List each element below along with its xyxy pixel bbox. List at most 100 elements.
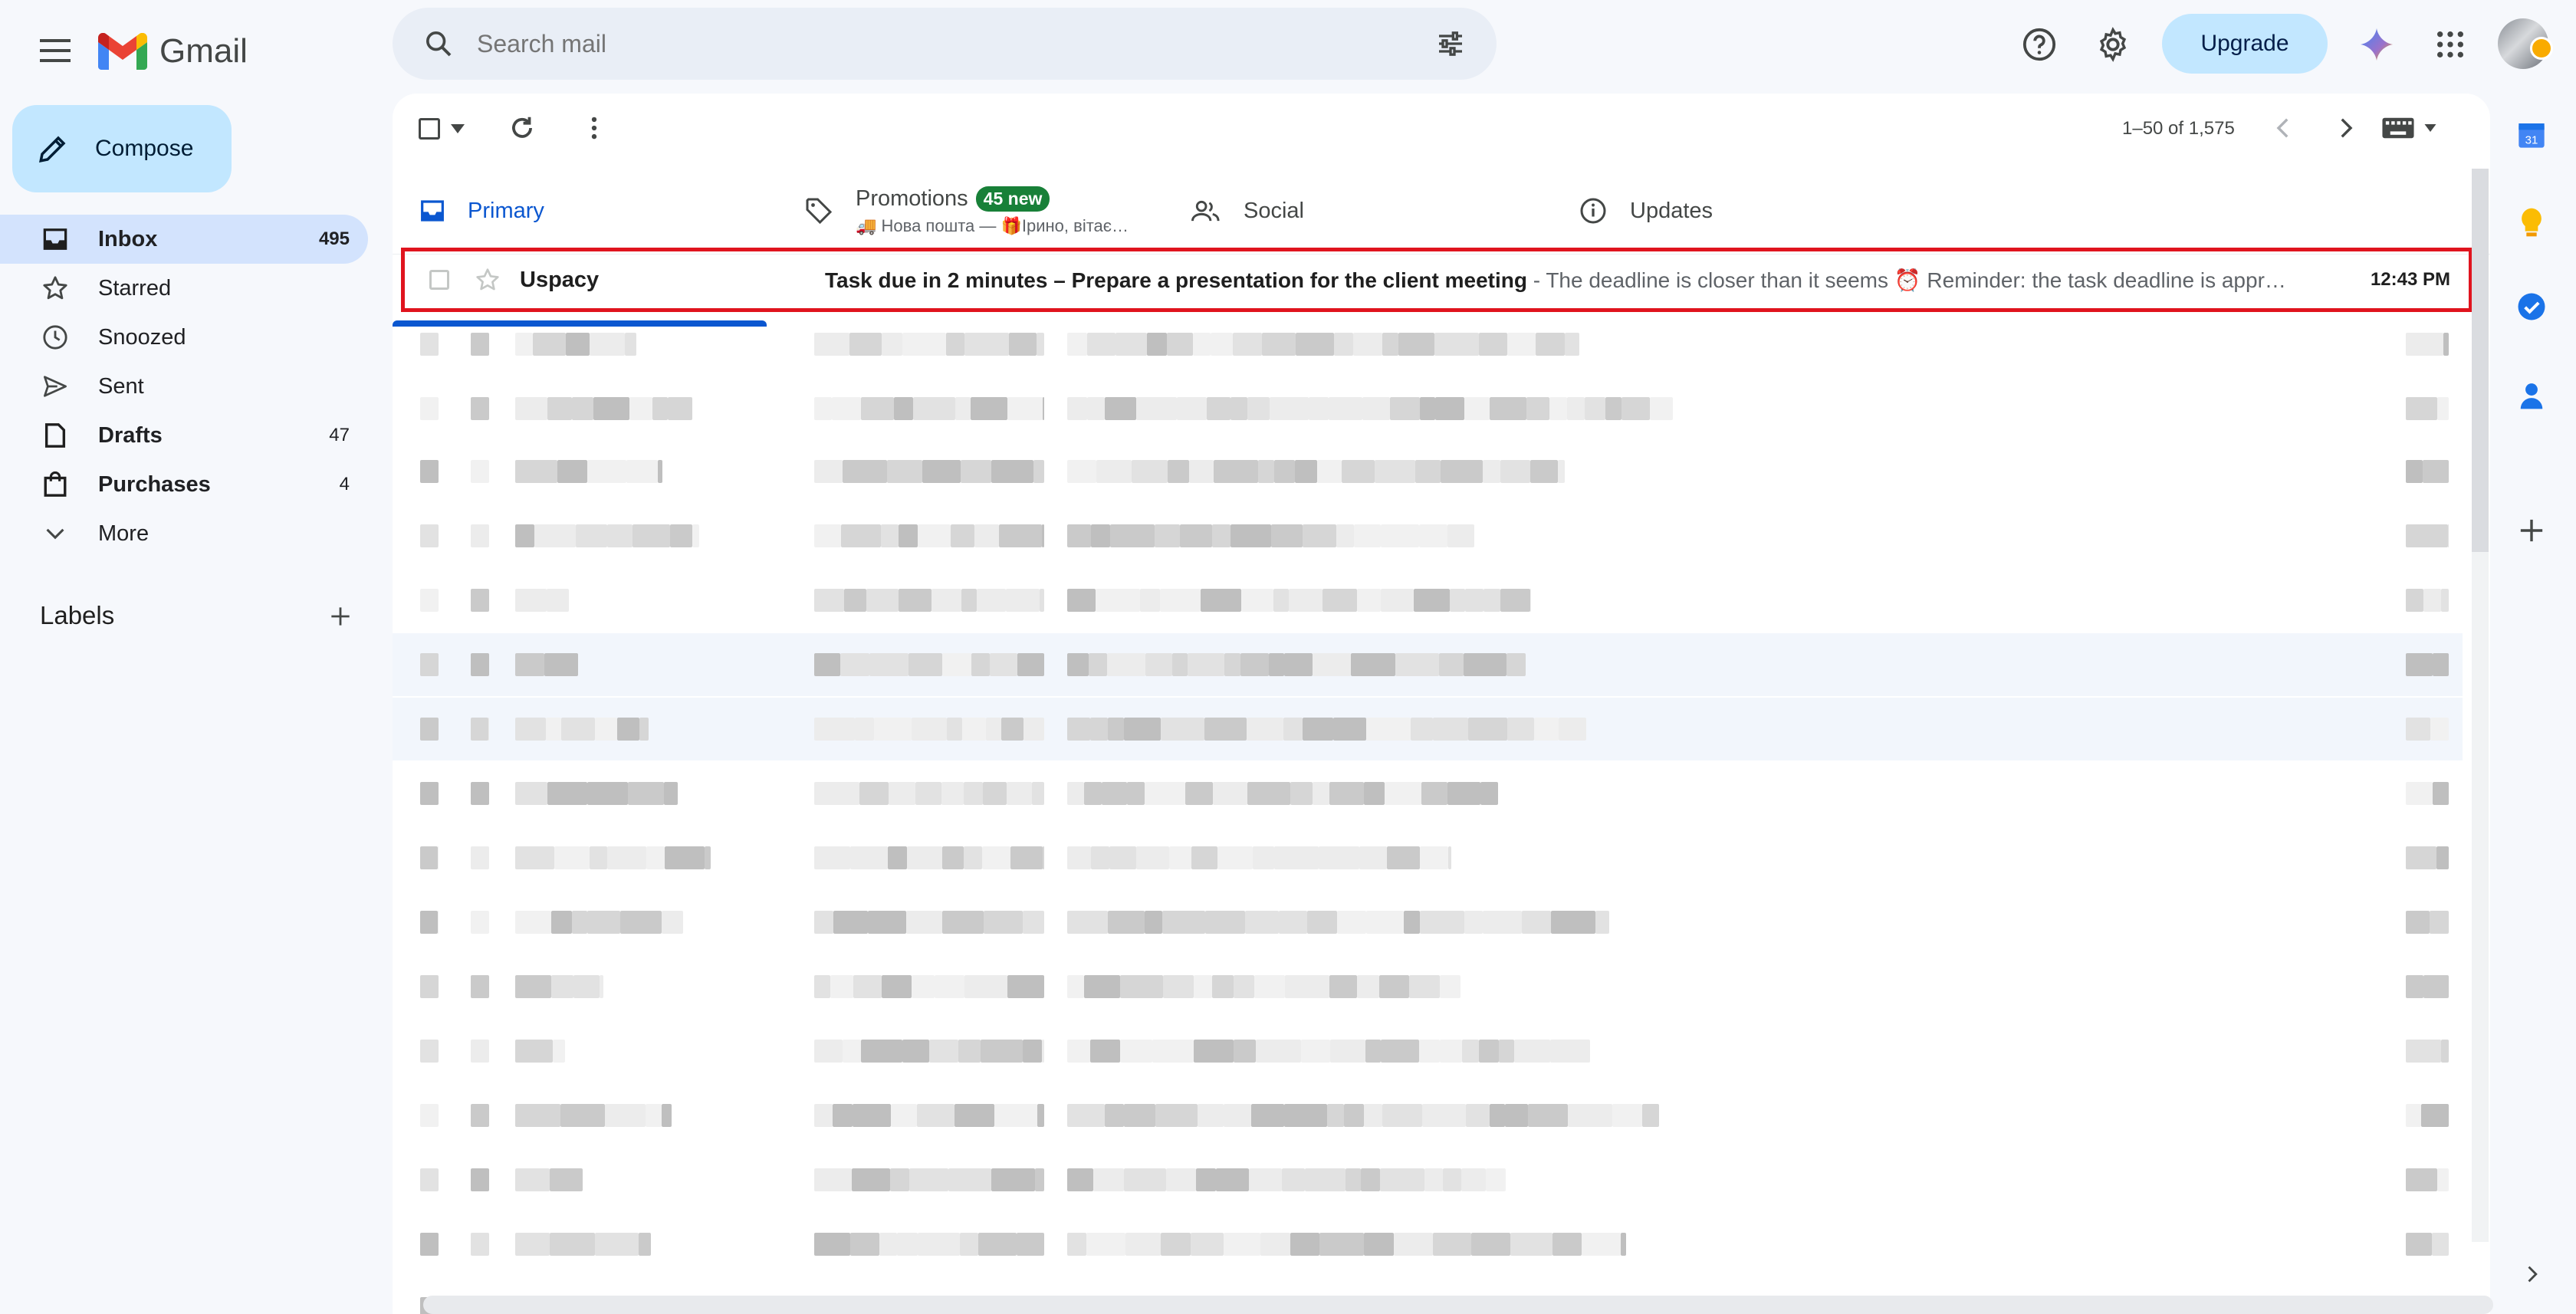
settings-button[interactable] <box>2085 17 2141 72</box>
blurred-text-block <box>1642 1104 1659 1127</box>
blurred-text-block <box>1067 1104 1105 1127</box>
prev-page-button[interactable] <box>2271 115 2297 145</box>
blurred-text-block <box>948 1168 991 1191</box>
blurred-text-block <box>652 397 668 420</box>
blurred-text-block <box>1483 911 1522 934</box>
blurred-email-row[interactable] <box>393 313 2463 376</box>
blurred-text-block <box>1506 653 1526 676</box>
blurred-text-block <box>941 782 964 805</box>
tab-social[interactable]: Social <box>1191 167 1304 255</box>
more-options-button[interactable] <box>580 113 609 146</box>
main-menu-button[interactable] <box>23 18 87 83</box>
blurred-text-block <box>1433 718 1468 741</box>
sidebar-item-snoozed[interactable]: Snoozed <box>0 313 368 362</box>
tab-promotions[interactable]: Promotions 45 new 🚚 Нова пошта — 🎁Ірино,… <box>805 167 1129 255</box>
blurred-email-row[interactable] <box>393 698 2463 760</box>
blurred-text-block <box>1042 1040 1044 1063</box>
search-icon[interactable] <box>423 28 454 59</box>
blurred-email-row[interactable] <box>393 1020 2463 1082</box>
sidebar-item-purchases[interactable]: Purchases 4 <box>0 460 368 509</box>
upgrade-button[interactable]: Upgrade <box>2162 14 2328 74</box>
blurred-text-block <box>887 460 922 483</box>
input-tools-button[interactable] <box>2381 117 2436 140</box>
blurred-text-block <box>566 333 590 356</box>
blurred-text-block <box>551 975 573 998</box>
sidebar-item-starred[interactable]: Starred <box>0 264 368 313</box>
blurred-text-block <box>814 1233 850 1256</box>
blurred-text-block <box>2406 1104 2421 1127</box>
compose-button[interactable]: Compose <box>12 105 232 192</box>
vertical-scrollbar-thumb[interactable] <box>2472 169 2489 552</box>
sidebar-item-sent[interactable]: Sent <box>0 362 368 411</box>
blurred-text-block <box>488 718 489 741</box>
next-page-button[interactable] <box>2332 115 2358 145</box>
blurred-text-block <box>1484 589 1500 612</box>
gemini-button[interactable] <box>2349 17 2404 72</box>
blurred-text-block <box>1354 524 1381 547</box>
tasks-button[interactable] <box>2510 285 2553 328</box>
blurred-text-block <box>1409 975 1440 998</box>
blurred-email-row[interactable] <box>393 955 2463 1018</box>
blurred-text-block <box>420 911 438 934</box>
sidebar-item-inbox[interactable]: Inbox 495 <box>0 215 368 264</box>
blurred-email-row[interactable] <box>393 1213 2463 1276</box>
blurred-email-row[interactable] <box>393 1084 2463 1147</box>
blurred-text-block <box>646 1104 662 1127</box>
row-checkbox[interactable] <box>429 270 449 290</box>
blurred-text-block <box>639 718 649 741</box>
show-side-panel-button[interactable] <box>2510 1253 2553 1296</box>
calendar-button[interactable]: 31 <box>2510 113 2553 156</box>
blurred-email-row[interactable] <box>393 440 2463 503</box>
blurred-email-row[interactable] <box>393 633 2463 696</box>
blurred-text-block <box>942 846 964 869</box>
blurred-text-block <box>1161 1233 1191 1256</box>
blurred-email-row[interactable] <box>393 377 2463 440</box>
blurred-text-block <box>471 589 489 612</box>
blurred-email-row[interactable] <box>393 762 2463 825</box>
help-button[interactable] <box>2012 17 2067 72</box>
tab-label: Social <box>1244 198 1304 223</box>
horizontal-scrollbar[interactable] <box>423 1296 2493 1314</box>
blurred-text-block <box>1216 1168 1249 1191</box>
blurred-text-block <box>1466 1104 1490 1127</box>
blurred-text-block <box>912 975 935 998</box>
blurred-text-block <box>1549 397 1567 420</box>
blurred-text-block <box>874 718 912 741</box>
blurred-text-block <box>1105 1104 1124 1127</box>
apps-button[interactable] <box>2423 17 2478 72</box>
blurred-text-block <box>1193 333 1211 356</box>
blurred-email-row[interactable] <box>393 891 2463 954</box>
blurred-email-row[interactable] <box>393 1148 2463 1211</box>
refresh-button[interactable] <box>508 113 537 146</box>
contacts-button[interactable] <box>2510 374 2553 417</box>
apps-grid-icon <box>2437 31 2463 57</box>
blurred-text-block <box>668 397 692 420</box>
search-bar[interactable] <box>393 8 1497 80</box>
blurred-text-block <box>1009 333 1037 356</box>
sidebar-item-more[interactable]: More <box>0 509 368 558</box>
keep-button[interactable] <box>2510 201 2553 244</box>
blurred-text-block <box>1172 653 1188 676</box>
email-time: 12:43 PM <box>2370 269 2450 290</box>
blurred-email-row[interactable] <box>393 504 2463 567</box>
gmail-logo[interactable]: Gmail <box>98 25 248 78</box>
tab-primary[interactable]: Primary <box>420 167 544 255</box>
get-addons-button[interactable] <box>2510 509 2553 552</box>
tab-updates[interactable]: Updates <box>1579 167 1713 255</box>
blurred-text-block <box>420 1168 439 1191</box>
tab-label: Promotions <box>856 186 968 211</box>
search-input[interactable] <box>477 29 1435 58</box>
blurred-text-block <box>942 911 984 934</box>
email-row[interactable]: Uspacy Task due in 2 minutes – Prepare a… <box>401 248 2472 312</box>
blurred-text-block <box>670 524 692 547</box>
blurred-text-block <box>1361 1168 1380 1191</box>
blurred-text-block <box>1411 718 1433 741</box>
select-all-checkbox[interactable] <box>419 118 465 140</box>
create-label-button[interactable] <box>322 598 359 635</box>
blurred-email-row[interactable] <box>393 569 2463 632</box>
star-icon[interactable] <box>475 268 500 292</box>
sidebar-item-drafts[interactable]: Drafts 47 <box>0 411 368 460</box>
blurred-text-block <box>471 1233 489 1256</box>
search-options-icon[interactable] <box>1435 28 1466 59</box>
blurred-email-row[interactable] <box>393 826 2463 889</box>
